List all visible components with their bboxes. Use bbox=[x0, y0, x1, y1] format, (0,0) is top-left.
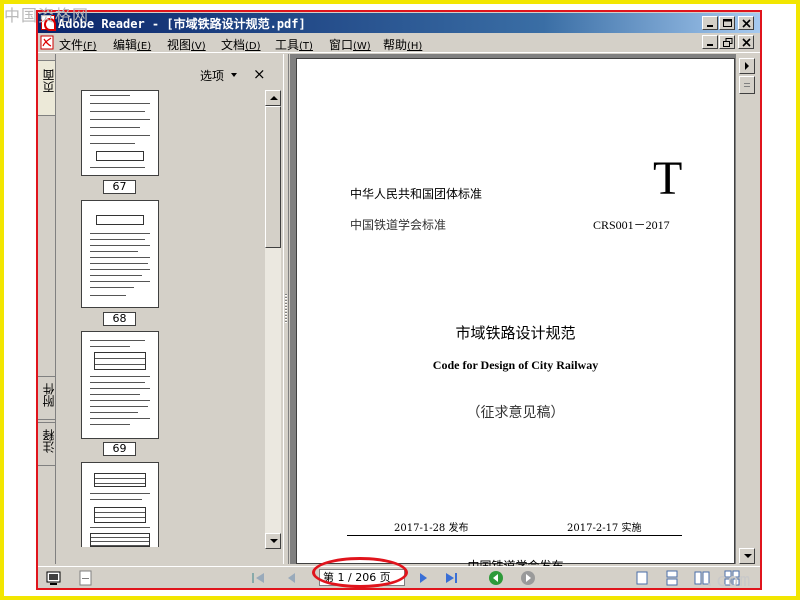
implement-date: 2017-2-17 实施 bbox=[567, 523, 642, 534]
minimize-icon bbox=[707, 25, 713, 27]
thumbnail-label-69: 69 bbox=[103, 442, 136, 456]
page-size-icon[interactable] bbox=[78, 570, 94, 586]
close-icon bbox=[742, 19, 751, 28]
doc-close-button[interactable] bbox=[738, 35, 754, 49]
doc-minimize-button[interactable] bbox=[702, 35, 718, 49]
tab-comments[interactable]: 注释 bbox=[38, 422, 56, 466]
tab-comments-label: 注释 bbox=[42, 429, 56, 453]
minimize-icon bbox=[707, 44, 713, 46]
document-page: T 中华人民共和国团体标准 中国铁道学会标准 CRS001－2017 市域铁路设… bbox=[296, 58, 735, 573]
thumbnail-list: 67 68 69 bbox=[63, 90, 263, 547]
continuous-icon[interactable] bbox=[664, 570, 680, 586]
scroll-thumb[interactable] bbox=[265, 106, 281, 248]
standard-society: 中国铁道学会标准 bbox=[350, 218, 447, 232]
menu-document-key: (D) bbox=[245, 41, 261, 52]
prev-page-icon[interactable] bbox=[284, 570, 300, 586]
arrow-up-icon bbox=[270, 96, 278, 100]
restore-icon bbox=[723, 38, 733, 47]
menu-view-label: 视图 bbox=[167, 38, 192, 52]
document-view[interactable]: T 中华人民共和国团体标准 中国铁道学会标准 CRS001－2017 市域铁路设… bbox=[290, 54, 736, 573]
menu-document[interactable]: 文档(D) bbox=[221, 36, 261, 53]
standard-category: 中华人民共和国团体标准 bbox=[350, 187, 483, 201]
menu-tools-key: (T) bbox=[299, 41, 313, 52]
thumbnails-panel: 选项 × 67 68 69 bbox=[57, 54, 283, 564]
thumbnail-scrollbar[interactable] bbox=[265, 90, 281, 549]
single-page-icon[interactable] bbox=[634, 570, 650, 586]
navigation-tab-strip: 页面 附件 注释 bbox=[38, 54, 56, 564]
chevron-down-icon[interactable] bbox=[231, 73, 237, 77]
thumbnail-label-68: 68 bbox=[103, 312, 136, 326]
menu-tools[interactable]: 工具(T) bbox=[275, 36, 313, 53]
document-title-english: Code for Design of City Railway bbox=[432, 358, 599, 372]
menu-help-key: (H) bbox=[407, 41, 423, 52]
menu-window-label: 窗口 bbox=[329, 38, 354, 52]
menu-window[interactable]: 窗口(W) bbox=[329, 36, 371, 53]
arrow-down-icon bbox=[744, 554, 752, 558]
document-title: 市域铁路设计规范 bbox=[455, 324, 576, 342]
tab-pages-label: 页面 bbox=[42, 69, 56, 93]
highlight-ellipse bbox=[312, 557, 408, 588]
first-page-icon[interactable] bbox=[250, 570, 266, 586]
menu-view[interactable]: 视图(V) bbox=[167, 36, 206, 53]
menu-tools-label: 工具 bbox=[275, 38, 300, 52]
splitter-grip[interactable] bbox=[285, 294, 287, 324]
menu-file[interactable]: 文件(F) bbox=[59, 36, 97, 53]
document-scroll-down[interactable] bbox=[739, 548, 755, 564]
document-icon[interactable] bbox=[40, 35, 54, 50]
menu-file-label: 文件 bbox=[59, 38, 84, 52]
menu-help[interactable]: 帮助(H) bbox=[383, 36, 422, 53]
go-forward-icon[interactable] bbox=[520, 570, 536, 586]
next-page-icon[interactable] bbox=[415, 570, 431, 586]
thumbnail-label-67: 67 bbox=[103, 180, 136, 194]
minimize-button[interactable] bbox=[702, 16, 718, 30]
menu-edit-key: (E) bbox=[137, 41, 152, 52]
menu-edit-label: 编辑 bbox=[113, 38, 138, 52]
panel-splitter[interactable] bbox=[283, 54, 289, 564]
window-title: Adobe Reader - [市域铁路设计规范.pdf] bbox=[58, 17, 306, 31]
close-button[interactable] bbox=[738, 16, 754, 30]
standard-code: CRS001－2017 bbox=[593, 218, 670, 232]
tab-attachments-label: 附件 bbox=[42, 383, 56, 407]
scroll-up-button[interactable] bbox=[265, 90, 281, 106]
publish-date: 2017-1-28 发布 bbox=[394, 523, 469, 534]
page-thumbnail-69[interactable] bbox=[81, 331, 159, 439]
menu-file-key: (F) bbox=[83, 41, 97, 52]
menu-bar: 文件(F) 编辑(E) 视图(V) 文档(D) 工具(T) 窗口(W) 帮助(H… bbox=[38, 33, 760, 53]
menu-document-label: 文档 bbox=[221, 38, 246, 52]
options-dropdown[interactable]: 选项 bbox=[200, 67, 224, 84]
standard-type-letter: T bbox=[653, 152, 683, 205]
watermark-bottom-right: .com bbox=[704, 570, 752, 591]
doc-restore-button[interactable] bbox=[719, 35, 735, 49]
divider-rule bbox=[347, 535, 682, 536]
tab-pages[interactable]: 页面 bbox=[38, 60, 56, 116]
panel-close-icon[interactable]: × bbox=[253, 65, 266, 83]
menu-window-key: (W) bbox=[353, 41, 371, 52]
document-scroll-up[interactable] bbox=[739, 58, 755, 74]
arrow-right-icon bbox=[745, 62, 749, 70]
title-bar[interactable]: Adobe Reader - [市域铁路设计规范.pdf] bbox=[38, 13, 760, 33]
thumbnails-panel-header: 选项 × bbox=[57, 54, 283, 90]
maximize-button[interactable] bbox=[719, 16, 735, 30]
maximize-icon bbox=[723, 19, 732, 27]
page-thumbnail-70[interactable] bbox=[81, 462, 159, 547]
page-thumbnail-67[interactable] bbox=[81, 90, 159, 176]
monitor-icon[interactable] bbox=[46, 570, 62, 586]
go-back-icon[interactable] bbox=[488, 570, 504, 586]
arrow-down-icon bbox=[270, 539, 278, 543]
menu-edit[interactable]: 编辑(E) bbox=[113, 36, 151, 53]
page-thumbnail-68[interactable] bbox=[81, 200, 159, 308]
menu-view-key: (V) bbox=[191, 41, 206, 52]
draft-note: （征求意见稿） bbox=[466, 405, 565, 421]
last-page-icon[interactable] bbox=[444, 570, 460, 586]
menu-help-label: 帮助 bbox=[383, 38, 408, 52]
document-scrollbar-track bbox=[738, 54, 756, 566]
watermark-top-left: 中国资格网 bbox=[4, 6, 90, 25]
scroll-down-button[interactable] bbox=[265, 533, 281, 549]
document-scroll-thumb[interactable] bbox=[739, 76, 755, 94]
tab-attachments[interactable]: 附件 bbox=[38, 376, 56, 420]
close-icon bbox=[742, 38, 751, 47]
